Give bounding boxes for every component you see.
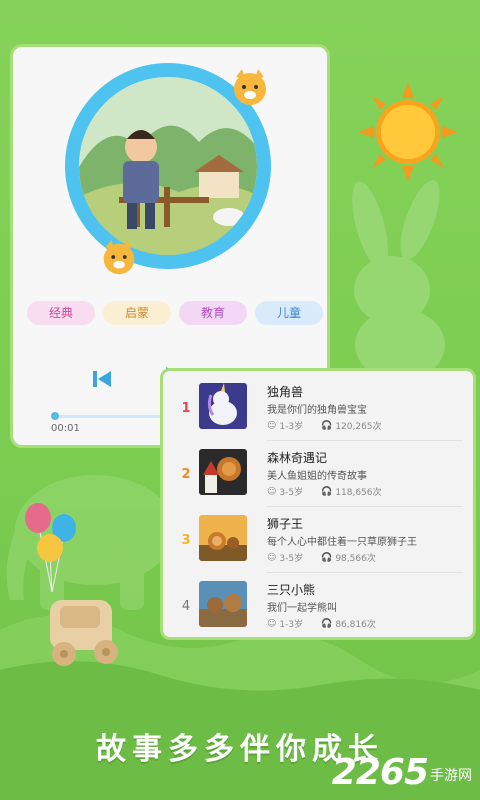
story-list: 1 独角兽 我是你们的独角兽宝宝 ☺ 1-3岁 🎧 120,265次 2 森林奇… [160, 368, 476, 640]
site-watermark: 2265 手游网 [332, 752, 472, 793]
watermark-text: 手游网 [430, 768, 472, 784]
tag-children[interactable]: 儿童 [255, 301, 323, 325]
story-thumbnail [199, 581, 247, 627]
play-count: 98,566次 [335, 554, 376, 564]
smile-icon: ☺ [267, 420, 277, 431]
smile-icon: ☺ [267, 618, 277, 629]
watermark-number: 2265 [331, 752, 429, 793]
tag-classic[interactable]: 经典 [27, 301, 95, 325]
wooden-toy-car [50, 600, 118, 666]
rank-number: 1 [181, 401, 191, 416]
age-range: 3-5岁 [279, 488, 304, 498]
list-item[interactable]: 2 森林奇遇记 美人鱼姐姐的传奇故事 ☺ 3-5岁 🎧 118,656次 [163, 441, 473, 507]
story-description: 美人鱼姐姐的传奇故事 [267, 471, 367, 482]
progress-handle[interactable] [51, 412, 59, 420]
list-item[interactable]: 1 独角兽 我是你们的独角兽宝宝 ☺ 1-3岁 🎧 120,265次 [163, 375, 473, 441]
play-count: 120,265次 [335, 422, 382, 432]
rank-number: 3 [181, 533, 191, 548]
headphones-icon: 🎧 [321, 486, 333, 497]
story-meta: ☺ 3-5岁 🎧 98,566次 [267, 551, 376, 565]
elapsed-time: 00:01 [51, 423, 80, 434]
smile-icon: ☺ [267, 486, 277, 497]
rank-number: 2 [181, 467, 191, 482]
story-thumbnail [199, 515, 247, 561]
play-count: 118,656次 [335, 488, 382, 498]
rank-number: 4 [181, 599, 191, 614]
story-title: 森林奇遇记 [267, 451, 328, 465]
list-item[interactable]: 3 狮子王 每个人心中都住着一只草原狮子王 ☺ 3-5岁 🎧 98,566次 [163, 507, 473, 573]
story-meta: ☺ 1-3岁 🎧 86,816次 [267, 617, 376, 631]
tiger-sticker-icon [103, 239, 135, 275]
skip-previous-icon[interactable] [91, 369, 113, 389]
story-description: 每个人心中都住着一只草原狮子王 [267, 537, 417, 548]
story-title: 狮子王 [267, 517, 304, 531]
age-range: 3-5岁 [279, 554, 304, 564]
story-meta: ☺ 3-5岁 🎧 118,656次 [267, 485, 382, 499]
story-thumbnail [199, 449, 247, 495]
age-range: 1-3岁 [279, 422, 304, 432]
tag-enlightenment[interactable]: 启蒙 [103, 301, 171, 325]
balloons-decoration [25, 503, 76, 592]
sun-icon [358, 82, 458, 182]
headphones-icon: 🎧 [321, 552, 333, 563]
smile-icon: ☺ [267, 552, 277, 563]
category-tags: 经典 启蒙 教育 儿童 [27, 301, 323, 325]
story-description: 我是你们的独角兽宝宝 [267, 405, 367, 416]
bunny-silhouette [352, 180, 445, 380]
story-meta: ☺ 1-3岁 🎧 120,265次 [267, 419, 382, 433]
play-count: 86,816次 [335, 620, 376, 630]
story-title: 独角兽 [267, 385, 304, 399]
story-description: 我们一起学熊叫 [267, 603, 337, 614]
list-item[interactable]: 4 三只小熊 我们一起学熊叫 ☺ 1-3岁 🎧 86,816次 [163, 573, 473, 639]
story-title: 三只小熊 [267, 583, 316, 597]
tag-education[interactable]: 教育 [179, 301, 247, 325]
age-range: 1-3岁 [279, 620, 304, 630]
tiger-sticker-icon [234, 69, 266, 105]
story-thumbnail [199, 383, 247, 429]
headphones-icon: 🎧 [321, 420, 333, 431]
headphones-icon: 🎧 [321, 618, 333, 629]
